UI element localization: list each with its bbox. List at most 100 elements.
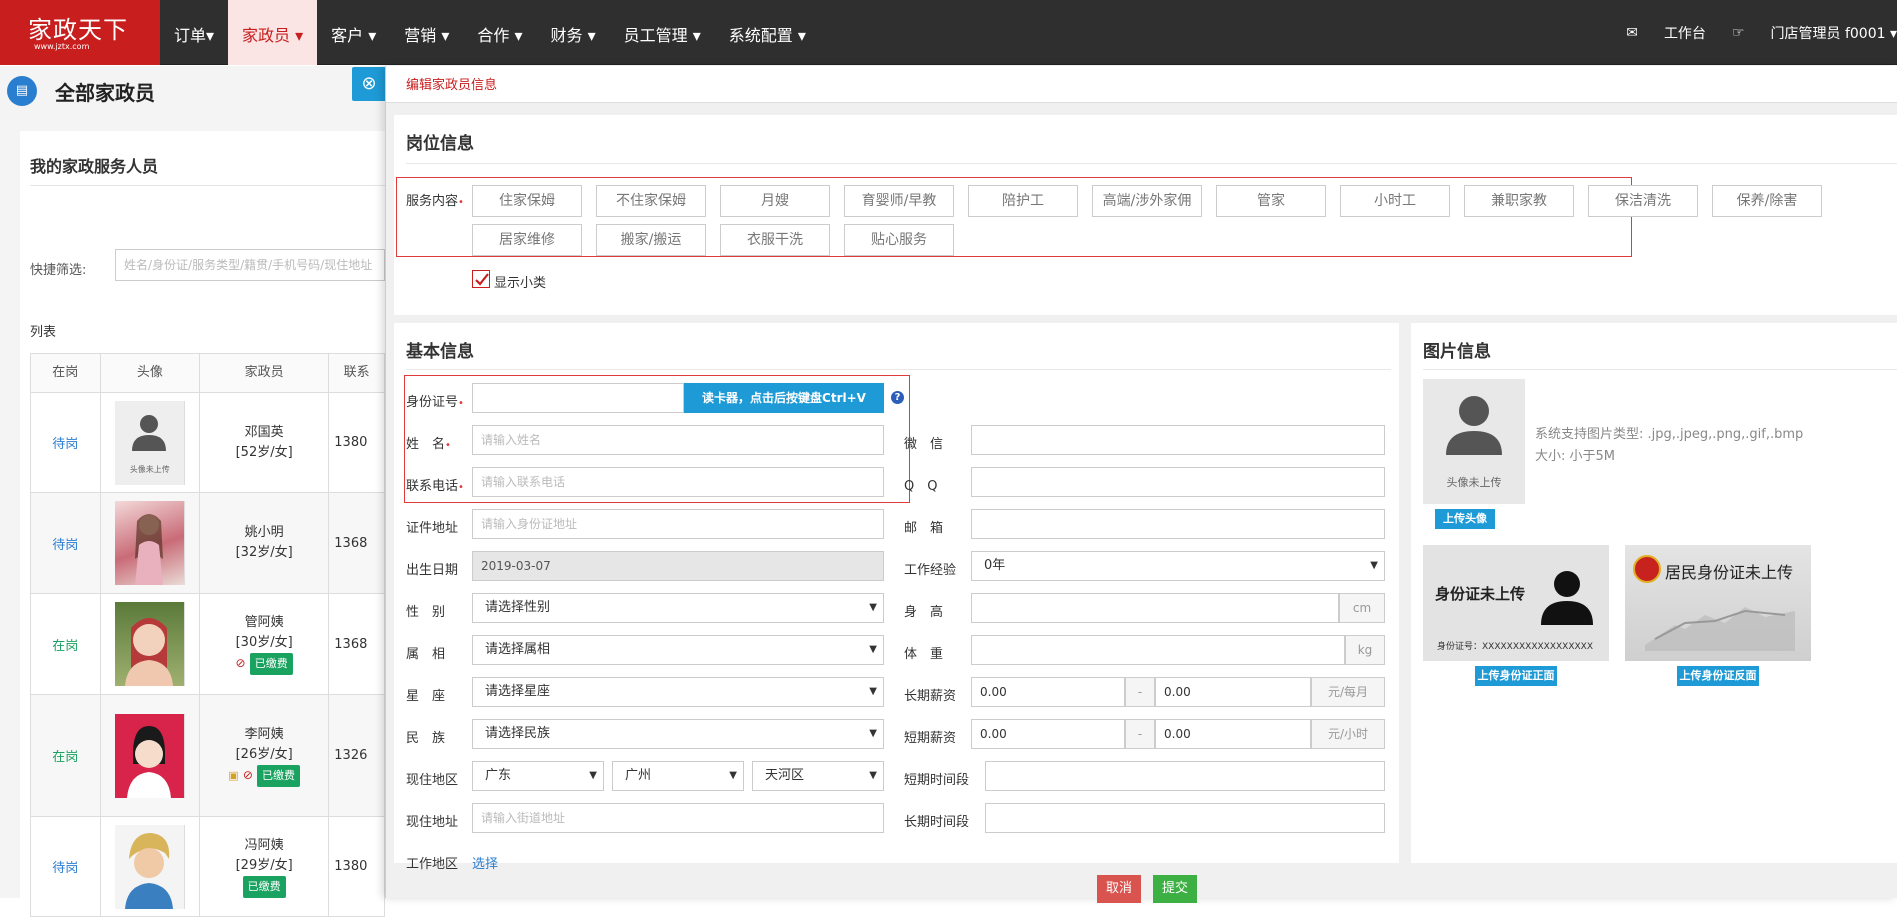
table-row[interactable]: 待岗 冯阿姨 [29岁/女] 已缴费 1380 xyxy=(30,817,385,917)
help-icon[interactable]: ? xyxy=(891,391,904,404)
upload-id-front-button[interactable]: 上传身份证正面 xyxy=(1475,666,1557,686)
upload-id-back-button[interactable]: 上传身份证反面 xyxy=(1677,666,1759,686)
service-option[interactable]: 搬家/搬运 xyxy=(596,224,706,256)
housekeeper-name[interactable]: 管阿姨 xyxy=(245,613,284,633)
book-icon: ▤ xyxy=(7,76,37,106)
city-select[interactable]: 广州▼ xyxy=(612,761,744,791)
zodiac-select[interactable]: 请选择属相▼ xyxy=(472,635,884,665)
status-cell[interactable]: 待岗 xyxy=(31,817,101,916)
name-cell[interactable]: 冯阿姨 [29岁/女] 已缴费 xyxy=(200,817,329,916)
nav-staff[interactable]: 员工管理 ▾ xyxy=(610,0,715,65)
district-select[interactable]: 天河区▼ xyxy=(752,761,884,791)
nav-settings[interactable]: 系统配置 ▾ xyxy=(715,0,820,65)
table-row[interactable]: 在岗 李阿姨 [26岁/女] ▣ ⊘ 已缴费 1326 xyxy=(30,695,385,817)
show-subcategory-label[interactable]: 显示小类 xyxy=(494,272,546,291)
constellation-select[interactable]: 请选择星座▼ xyxy=(472,677,884,707)
nav-cooperation[interactable]: 合作 ▾ xyxy=(463,0,536,65)
name-cell[interactable]: 管阿姨 [30岁/女] ⊘ 已缴费 xyxy=(200,594,329,694)
no-entry-icon: ⊘ xyxy=(236,656,246,670)
name-cell[interactable]: 李阿姨 [26岁/女] ▣ ⊘ 已缴费 xyxy=(200,695,329,816)
province-select[interactable]: 广东▼ xyxy=(472,761,604,791)
service-option[interactable]: 贴心服务 xyxy=(844,224,954,256)
housekeeper-name[interactable]: 冯阿姨 xyxy=(245,836,284,856)
ethnicity-select[interactable]: 请选择民族▼ xyxy=(472,719,884,749)
long-term-period-input[interactable] xyxy=(985,803,1385,833)
street-address-input[interactable]: 请输入街道地址 xyxy=(472,803,884,833)
name-input[interactable]: 请输入姓名 xyxy=(472,425,884,455)
name-cell[interactable]: 邓国英 [52岁/女] xyxy=(200,393,329,492)
long-salary-max-input[interactable]: 0.00 xyxy=(1155,677,1311,707)
service-option[interactable]: 居家维修 xyxy=(472,224,582,256)
id-number-label: 身份证号• xyxy=(406,391,464,410)
nav-housekeepers[interactable]: 家政员 ▾ xyxy=(228,0,317,65)
phone-input[interactable]: 请输入联系电话 xyxy=(472,467,884,497)
name-label-text: 姓 名 xyxy=(406,437,445,452)
experience-select[interactable]: 0年▼ xyxy=(971,551,1385,581)
service-option[interactable]: 保洁清洗 xyxy=(1588,185,1698,217)
pointer-icon[interactable]: ☞ xyxy=(1732,25,1745,41)
job-info-title: 岗位信息 xyxy=(406,129,474,154)
submit-button[interactable]: 提交 xyxy=(1153,875,1197,903)
long-salary-min-input[interactable]: 0.00 xyxy=(971,677,1125,707)
gender-select[interactable]: 请选择性别▼ xyxy=(472,593,884,623)
status-cell[interactable]: 待岗 xyxy=(31,493,101,593)
service-option[interactable]: 衣服干洗 xyxy=(720,224,830,256)
read-card-button[interactable]: 读卡器，点击后按键盘Ctrl+V xyxy=(684,383,884,413)
mail-icon[interactable]: ✉ xyxy=(1626,25,1638,41)
nav-marketing[interactable]: 营销 ▾ xyxy=(390,0,463,65)
work-area-select-link[interactable]: 选择 xyxy=(472,853,498,872)
height-input[interactable] xyxy=(971,593,1339,623)
show-subcategory-checkbox[interactable] xyxy=(472,270,490,288)
close-icon[interactable]: ⊗ xyxy=(352,67,386,101)
service-option[interactable]: 小时工 xyxy=(1340,185,1450,217)
service-option[interactable]: 不住家保姆 xyxy=(596,185,706,217)
status-cell[interactable]: 在岗 xyxy=(31,695,101,816)
workbench-link[interactable]: 工作台 xyxy=(1664,23,1706,43)
short-salary-min-input[interactable]: 0.00 xyxy=(971,719,1125,749)
housekeeper-name[interactable]: 姚小明 xyxy=(245,523,284,543)
id-number-input[interactable] xyxy=(472,383,684,413)
service-option[interactable]: 育婴师/早教 xyxy=(844,185,954,217)
wechat-input[interactable] xyxy=(971,425,1385,455)
service-option[interactable]: 月嫂 xyxy=(720,185,830,217)
basic-info-section: 基本信息 身份证号• 读卡器，点击后按键盘Ctrl+V ? 姓 名• 请输入姓名… xyxy=(394,323,1399,863)
nav-orders[interactable]: 订单▾ xyxy=(160,0,228,65)
table-row[interactable]: 待岗 姚小明 [32岁/女] 1368 xyxy=(30,493,385,594)
service-option[interactable]: 高端/涉外家佣 xyxy=(1092,185,1202,217)
brand-logo[interactable]: 家政天下 www.jztx.com xyxy=(0,0,160,65)
filter-label: 快捷筛选: xyxy=(30,259,86,278)
status-cell[interactable]: 在岗 xyxy=(31,594,101,694)
list-card: 我的家政服务人员 快捷筛选: 姓名/身份证/服务类型/籍贯/手机号码/现住地址 … xyxy=(20,131,385,898)
housekeeper-info: [52岁/女] xyxy=(236,443,293,463)
id-address-input[interactable]: 请输入身份证地址 xyxy=(472,509,884,539)
table-row[interactable]: 在岗 管阿姨 [30岁/女] ⊘ 已缴费 1368 xyxy=(30,594,385,695)
name-cell[interactable]: 姚小明 [32岁/女] xyxy=(200,493,329,593)
status-cell[interactable]: 待岗 xyxy=(31,393,101,492)
service-option[interactable]: 管家 xyxy=(1216,185,1326,217)
birth-date-input[interactable]: 2019-03-07 xyxy=(472,551,884,581)
user-icon xyxy=(1541,569,1593,625)
service-option[interactable]: 陪护工 xyxy=(968,185,1078,217)
short-term-period-label: 短期时间段 xyxy=(904,769,969,788)
quick-filter-input[interactable]: 姓名/身份证/服务类型/籍贯/手机号码/现住地址 xyxy=(115,249,385,281)
service-option[interactable]: 兼职家教 xyxy=(1464,185,1574,217)
housekeeper-name[interactable]: 李阿姨 xyxy=(245,725,284,745)
logo-url: www.jztx.com xyxy=(34,42,89,51)
col-avatar: 头像 xyxy=(101,354,200,392)
housekeeper-name[interactable]: 邓国英 xyxy=(245,423,284,443)
service-option[interactable]: 住家保姆 xyxy=(472,185,582,217)
upload-avatar-button[interactable]: 上传头像 xyxy=(1435,509,1495,529)
avatar-cell xyxy=(101,493,200,593)
paid-badge: 已缴费 xyxy=(257,765,300,787)
cancel-button[interactable]: 取消 xyxy=(1097,875,1141,903)
weight-input[interactable] xyxy=(971,635,1345,665)
nav-finance[interactable]: 财务 ▾ xyxy=(537,0,610,65)
user-menu[interactable]: 门店管理员 f0001 ▾ xyxy=(1771,23,1897,43)
service-option[interactable]: 保养/除害 xyxy=(1712,185,1822,217)
nav-customers[interactable]: 客户 ▾ xyxy=(317,0,390,65)
qq-input[interactable] xyxy=(971,467,1385,497)
short-salary-max-input[interactable]: 0.00 xyxy=(1155,719,1311,749)
short-term-period-input[interactable] xyxy=(985,761,1385,791)
email-input[interactable] xyxy=(971,509,1385,539)
table-row[interactable]: 待岗 头像未上传 邓国英 [52岁/女] 1380 xyxy=(30,393,385,493)
